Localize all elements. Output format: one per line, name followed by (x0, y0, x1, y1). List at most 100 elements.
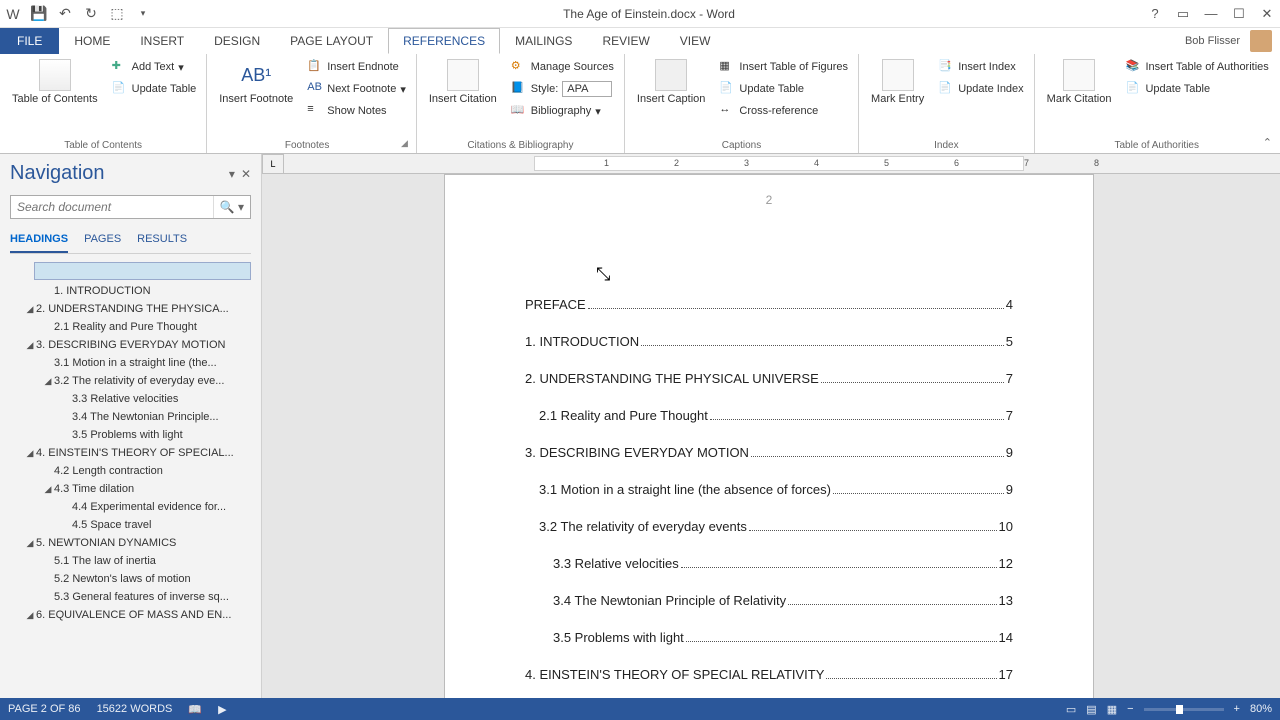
toc-entry[interactable]: 3.1 Motion in a straight line (the absen… (525, 482, 1013, 497)
tab-insert[interactable]: INSERT (125, 28, 199, 54)
next-footnote-button[interactable]: ABNext Footnote ▾ (303, 79, 410, 99)
avatar[interactable] (1250, 30, 1272, 52)
nav-item[interactable]: 3.1 Motion in a straight line (the... (10, 354, 251, 372)
zoom-level[interactable]: 80% (1250, 703, 1272, 715)
update-authorities-button[interactable]: 📄Update Table (1121, 79, 1272, 99)
user-name[interactable]: Bob Flisser (1185, 35, 1240, 47)
update-table-button[interactable]: 📄Update Table (108, 79, 201, 99)
insert-table-of-figures-button[interactable]: ▦Insert Table of Figures (715, 57, 852, 77)
zoom-out-icon[interactable]: − (1127, 703, 1133, 715)
tab-design[interactable]: DESIGN (199, 28, 275, 54)
tab-page-layout[interactable]: PAGE LAYOUT (275, 28, 388, 54)
nav-item[interactable]: ◢3. DESCRIBING EVERYDAY MOTION (10, 336, 251, 354)
horizontal-ruler[interactable]: 12345678 (284, 154, 1280, 174)
nav-item[interactable]: ◢4.3 Time dilation (10, 480, 251, 498)
tab-file[interactable]: FILE (0, 28, 59, 54)
nav-item[interactable]: 4.4 Experimental evidence for... (10, 498, 251, 516)
ruler-corner[interactable]: L (262, 154, 284, 174)
view-web-icon[interactable]: ▦ (1107, 703, 1117, 716)
nav-item[interactable]: ◢5. NEWTONIAN DYNAMICS (10, 534, 251, 552)
toc-entry[interactable]: 1. INTRODUCTION5 (525, 334, 1013, 349)
tab-references[interactable]: REFERENCES (388, 28, 500, 54)
toc-entry[interactable]: 2.1 Reality and Pure Thought7 (525, 408, 1013, 423)
search-icon[interactable]: 🔍 ▾ (213, 196, 250, 218)
close-icon[interactable]: ✕ (1258, 5, 1276, 23)
nav-item[interactable]: 4.5 Space travel (10, 516, 251, 534)
ribbon-options-icon[interactable]: ▭ (1174, 5, 1192, 23)
toc-entry[interactable]: 3.4 The Newtonian Principle of Relativit… (525, 593, 1013, 608)
search-input[interactable] (11, 196, 213, 218)
nav-item[interactable]: 1. INTRODUCTION (10, 282, 251, 300)
nav-tab-pages[interactable]: PAGES (84, 229, 121, 253)
add-text-button[interactable]: ✚Add Text ▾ (108, 57, 201, 77)
save-icon[interactable]: 💾 (30, 5, 48, 23)
nav-item[interactable]: ◢2. UNDERSTANDING THE PHYSICA... (10, 300, 251, 318)
footnotes-launcher-icon[interactable]: ◢ (401, 138, 410, 151)
status-page[interactable]: PAGE 2 OF 86 (8, 703, 81, 715)
title-bar: W 💾 ↶ ↻ ⬚ ▾ The Age of Einstein.docx - W… (0, 0, 1280, 28)
nav-close-icon[interactable]: ✕ (241, 167, 251, 181)
toc-entry[interactable]: 3.3 Relative velocities12 (525, 556, 1013, 571)
minimize-icon[interactable]: — (1202, 5, 1220, 23)
insert-caption-button[interactable]: Insert Caption (631, 57, 711, 108)
insert-citation-button[interactable]: Insert Citation (423, 57, 503, 108)
nav-item[interactable]: 3.4 The Newtonian Principle... (10, 408, 251, 426)
nav-item[interactable]: ◢6. EQUIVALENCE OF MASS AND EN... (10, 606, 251, 624)
tab-review[interactable]: REVIEW (587, 28, 664, 54)
cross-reference-button[interactable]: ↔Cross-reference (715, 101, 852, 121)
tab-view[interactable]: VIEW (665, 28, 726, 54)
nav-item[interactable]: ◢4. EINSTEIN'S THEORY OF SPECIAL... (10, 444, 251, 462)
insert-authorities-button[interactable]: 📚Insert Table of Authorities (1121, 57, 1272, 77)
macro-icon[interactable]: ▶ (218, 703, 226, 716)
nav-tab-results[interactable]: RESULTS (137, 229, 187, 253)
nav-item[interactable]: 5.2 Newton's laws of motion (10, 570, 251, 588)
document-area[interactable]: L 12345678 2 PREFACE41. INTRODUCTION52. … (262, 154, 1280, 698)
document-page[interactable]: 2 PREFACE41. INTRODUCTION52. UNDERSTANDI… (444, 174, 1094, 698)
qat-dropdown-icon[interactable]: ▾ (134, 5, 152, 23)
insert-endnote-button[interactable]: 📋Insert Endnote (303, 57, 410, 77)
nav-item[interactable]: 5.1 The law of inertia (10, 552, 251, 570)
nav-dropdown-icon[interactable]: ▾ (229, 167, 235, 181)
nav-item[interactable]: 3.5 Problems with light (10, 426, 251, 444)
touch-mode-icon[interactable]: ⬚ (108, 5, 126, 23)
update-captions-button[interactable]: 📄Update Table (715, 79, 852, 99)
toc-entry[interactable]: 4. EINSTEIN'S THEORY OF SPECIAL RELATIVI… (525, 667, 1013, 682)
undo-icon[interactable]: ↶ (56, 5, 74, 23)
view-read-icon[interactable]: ▭ (1066, 703, 1076, 716)
table-of-contents-button[interactable]: Table of Contents (6, 57, 104, 108)
redo-icon[interactable]: ↻ (82, 5, 100, 23)
toc-entry[interactable]: 3.5 Problems with light14 (525, 630, 1013, 645)
nav-item[interactable]: 3.3 Relative velocities (10, 390, 251, 408)
insert-index-button[interactable]: 📑Insert Index (934, 57, 1027, 77)
nav-item[interactable]: 4.2 Length contraction (10, 462, 251, 480)
toc-entry[interactable]: PREFACE4 (525, 297, 1013, 312)
maximize-icon[interactable]: ☐ (1230, 5, 1248, 23)
status-words[interactable]: 15622 WORDS (97, 703, 173, 715)
help-icon[interactable]: ? (1146, 5, 1164, 23)
spellcheck-icon[interactable]: 📖 (188, 703, 202, 716)
mark-entry-button[interactable]: Mark Entry (865, 57, 930, 108)
word-icon[interactable]: W (4, 5, 22, 23)
toc-entry[interactable]: 3.2 The relativity of everyday events10 (525, 519, 1013, 534)
nav-search[interactable]: 🔍 ▾ (10, 195, 251, 219)
toc-entry[interactable]: 3. DESCRIBING EVERYDAY MOTION9 (525, 445, 1013, 460)
nav-tab-headings[interactable]: HEADINGS (10, 229, 68, 253)
mark-citation-button[interactable]: Mark Citation (1041, 57, 1118, 108)
nav-blank-heading[interactable] (34, 262, 251, 280)
nav-item[interactable]: ◢3.2 The relativity of everyday eve... (10, 372, 251, 390)
view-print-icon[interactable]: ▤ (1086, 703, 1096, 716)
insert-footnote-button[interactable]: AB¹ Insert Footnote (213, 57, 299, 108)
manage-sources-button[interactable]: ⚙Manage Sources (507, 57, 618, 77)
zoom-slider[interactable] (1144, 708, 1224, 711)
tab-mailings[interactable]: MAILINGS (500, 28, 587, 54)
toc-entry[interactable]: 2. UNDERSTANDING THE PHYSICAL UNIVERSE7 (525, 371, 1013, 386)
zoom-in-icon[interactable]: + (1234, 703, 1240, 715)
bibliography-button[interactable]: 📖Bibliography ▾ (507, 101, 618, 121)
style-selector[interactable]: 📘Style: APA (507, 79, 618, 99)
nav-item[interactable]: 5.3 General features of inverse sq... (10, 588, 251, 606)
tab-home[interactable]: HOME (59, 28, 125, 54)
update-index-button[interactable]: 📄Update Index (934, 79, 1027, 99)
collapse-ribbon-icon[interactable]: ⌃ (1263, 136, 1272, 149)
show-notes-button[interactable]: ≡Show Notes (303, 101, 410, 121)
nav-item[interactable]: 2.1 Reality and Pure Thought (10, 318, 251, 336)
